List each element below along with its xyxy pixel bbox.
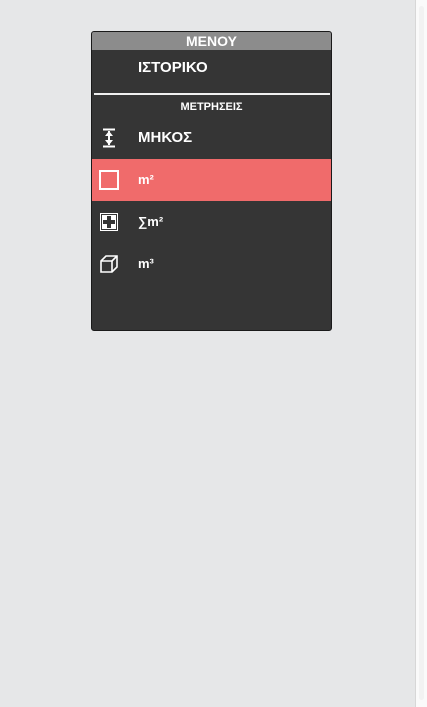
menu-item-length[interactable]: ΜΗΚΟΣ <box>92 117 331 159</box>
menu-divider <box>94 93 330 95</box>
menu-item-label: ΜΗΚΟΣ <box>138 129 193 146</box>
side-menu: ΜΕΝΟΥ ΙΣΤΟΡΙΚΟ ΜΕΤΡΗΣΕΙΣ ΜΗΚΟΣ m² ∑m² m³ <box>91 31 332 331</box>
vertical-scrollbar[interactable] <box>415 0 427 707</box>
menu-item-volume[interactable]: m³ <box>92 243 331 285</box>
volume-cube-icon <box>100 255 118 273</box>
app-screen: ΜΕΝΟΥ ΙΣΤΟΡΙΚΟ ΜΕΤΡΗΣΕΙΣ ΜΗΚΟΣ m² ∑m² m³ <box>0 0 427 707</box>
area-sum-plus-icon <box>100 213 118 231</box>
menu-title: ΜΕΝΟΥ <box>92 32 331 50</box>
menu-item-area-sum[interactable]: ∑m² <box>92 201 331 243</box>
menu-item-history[interactable]: ΙΣΤΟΡΙΚΟ <box>92 50 331 85</box>
menu-item-area[interactable]: m² <box>92 159 331 201</box>
menu-item-label: m³ <box>138 256 154 271</box>
menu-item-label: m² <box>138 172 154 187</box>
measurements-section-label: ΜΕΤΡΗΣΕΙΣ <box>180 101 243 113</box>
area-square-icon <box>99 170 119 190</box>
menu-item-label: ∑m² <box>138 214 164 229</box>
scrollbar-thumb[interactable] <box>419 6 424 700</box>
length-measure-icon <box>103 128 115 148</box>
